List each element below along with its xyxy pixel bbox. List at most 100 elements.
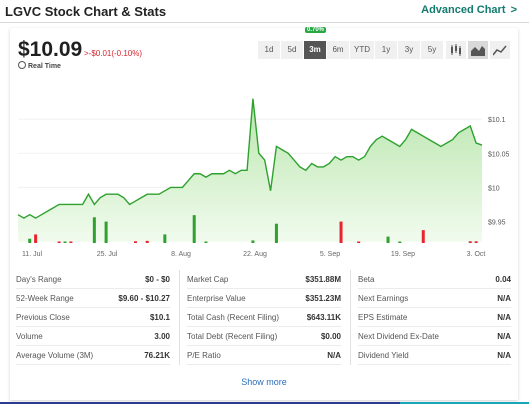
stat-value: N/A [327,351,341,360]
volume-bar [28,238,32,243]
volume-bar [104,221,108,243]
volume-bar [92,217,96,243]
footer-accent [400,402,529,404]
header-divider [0,22,529,23]
stat-row: Dividend Yield N/A [358,346,511,365]
stat-row: Total Cash (Recent Filing) $643.11K [187,308,341,327]
stat-row: EPS Estimate N/A [358,308,511,327]
range-ytd-button[interactable]: YTD [350,41,374,59]
stat-value: $0.00 [320,332,341,341]
x-tick-label: 22. Aug [243,251,267,258]
range-3m-button[interactable]: 3m [304,41,326,59]
stock-card: $10.09 >-$0.01(-0.10%) Real Time 1d 5d 3m 6… [10,27,518,400]
price-chart[interactable]: $9.95 $10 $10.05 $10.1 11. Jul 25. Jul 8. Aug 2… [10,83,518,259]
stat-label: Market Cap [187,275,229,284]
stat-row: Next Earnings N/A [358,289,511,308]
y-tick-label: $10.05 [488,151,510,158]
stat-row: 52-Week Range $9.60 - $10.27 [16,289,170,308]
stat-row: Average Volume (3M) 76.21K [16,346,170,365]
stat-label: 52-Week Range [16,294,74,303]
range-change-badge: 0.70% [305,27,327,33]
stat-value: N/A [497,351,511,360]
stat-row: Enterprise Value $351.23M [187,289,341,308]
stats-column-3: Beta 0.04 Next Earnings N/A EPS Estimate N/A N… [358,270,511,365]
line-chart-icon [493,45,507,56]
stat-label: Next Earnings [358,294,409,303]
x-tick-label: 11. Jul [22,251,43,258]
area-chart-button[interactable] [468,41,488,59]
chevron-right-icon[interactable]: > [511,4,517,16]
range-1y-button[interactable]: 1y [375,41,397,59]
volume-bar [421,230,425,243]
y-tick-label: $10 [488,185,500,192]
range-5y-button[interactable]: 5y [421,41,443,59]
range-6m-button[interactable]: 6m [327,41,349,59]
show-more-link[interactable]: Show more [10,377,518,387]
stat-value: $0 - $0 [145,275,170,284]
line-chart-button[interactable] [490,41,510,59]
stat-value: $351.88M [305,275,341,284]
volume-bar [204,241,208,243]
range-1d-button[interactable]: 1d [258,41,280,59]
area-chart-icon [471,46,485,56]
volume-bar [133,241,137,243]
stat-label: Enterprise Value [187,294,246,303]
stat-row: Day's Range $0 - $0 [16,270,170,289]
range-3y-button[interactable]: 3y [398,41,420,59]
volume-bar [386,236,390,243]
stat-row: Market Cap $351.88M [187,270,341,289]
stat-label: EPS Estimate [358,313,408,322]
advanced-chart-label[interactable]: Advanced Chart [421,4,505,16]
clock-icon [18,61,26,69]
stat-value: 0.04 [495,275,511,284]
stat-label: Dividend Yield [358,351,409,360]
volume-bar [357,241,361,243]
stat-label: Next Dividend Ex-Date [358,332,439,341]
stat-value: N/A [497,313,511,322]
realtime-text: Real Time [28,63,61,70]
stat-value: 76.21K [144,351,170,360]
stat-label: Day's Range [16,275,62,284]
volume-bar [192,215,196,243]
x-tick-label: 19. Sep [391,251,415,258]
candlestick-chart-button[interactable] [446,41,466,59]
stat-label: Total Debt (Recent Filing) [187,332,278,341]
range-selector: 1d 5d 3m 6m YTD 1y 3y 5y [258,41,444,59]
stat-value: $643.11K [306,313,341,322]
x-tick-label: 3. Oct [467,251,486,258]
stat-label: Total Cash (Recent Filing) [187,313,280,322]
stat-value: N/A [497,332,511,341]
volume-bar [69,241,73,243]
y-tick-label: $9.95 [488,220,506,227]
stat-row: Previous Close $10.1 [16,308,170,327]
x-tick-label: 25. Jul [97,251,118,258]
column-divider [179,270,180,365]
candlestick-icon [451,44,461,56]
stat-label: Previous Close [16,313,70,322]
y-tick-label: $10.1 [488,117,506,124]
stock-price: $10.09 [18,38,83,61]
stat-label: Beta [358,275,375,284]
volume-bar [57,241,61,243]
stat-row: Volume 3.00 [16,327,170,346]
column-divider [350,270,351,365]
stat-value: $9.60 - $10.27 [118,294,170,303]
stat-label: Volume [16,332,43,341]
range-5d-button[interactable]: 5d [281,41,303,59]
stat-row: Next Dividend Ex-Date N/A [358,327,511,346]
volume-bar [63,241,67,243]
stats-column-1: Day's Range $0 - $0 52-Week Range $9.60 - $… [16,270,170,365]
advanced-chart-link[interactable]: Advanced Chart > [421,4,517,16]
realtime-label: Real Time [18,61,61,70]
page-title: LGVC Stock Chart & Stats [5,4,167,19]
volume-bar [339,221,343,243]
stat-value: $351.23M [305,294,341,303]
volume-bar [474,241,478,243]
x-tick-label: 5. Sep [320,251,340,258]
page-header: LGVC Stock Chart & Stats Advanced Chart … [0,0,529,22]
volume-bar [398,241,402,243]
stat-row: P/E Ratio N/A [187,346,341,365]
volume-bar [274,223,278,243]
stat-row: Beta 0.04 [358,270,511,289]
chart-type-selector [446,41,512,59]
